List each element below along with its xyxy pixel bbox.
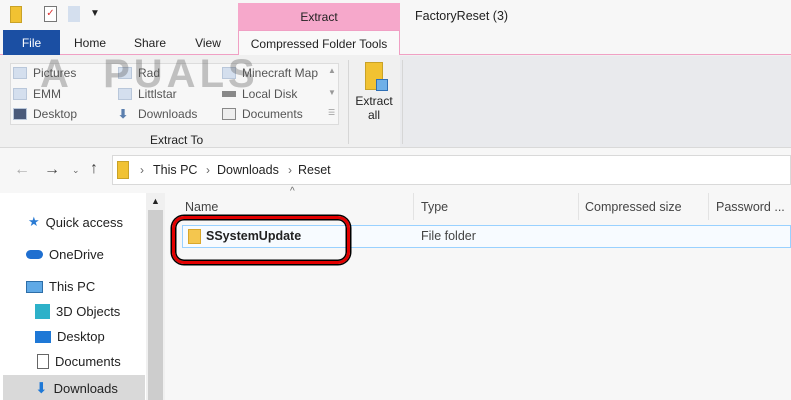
download-arrow-icon: ⬇ [35,380,48,397]
extract-to-group-label: Extract To [150,133,204,147]
nav-desktop[interactable]: Desktop [35,329,105,344]
pictures-icon [13,67,27,79]
tab-compressed-folder-tools[interactable]: Compressed Folder Tools [238,30,400,56]
properties-icon[interactable]: ✓ [44,6,57,22]
scroll-up-icon[interactable]: ▲ [146,193,165,209]
zip-folder-icon [117,161,129,179]
documents-icon [222,108,236,120]
back-button[interactable]: ← [14,161,30,179]
scrollbar-thumb[interactable] [148,210,163,400]
cube-icon [35,304,50,319]
breadcrumb-separator: › [206,163,210,177]
desktop-icon [35,330,51,343]
forward-button[interactable]: → [44,161,60,179]
file-type: File folder [421,229,476,243]
sort-ascending-icon: ^ [290,186,295,197]
breadcrumb-separator: › [140,163,144,177]
ribbon-separator [348,60,349,144]
column-header-name[interactable]: Name [185,200,218,214]
nav-downloads[interactable]: ⬇ Downloads [35,379,118,397]
appuals-watermark: A PUALS [40,52,259,96]
nav-3d-objects[interactable]: 3D Objects [35,304,120,319]
gallery-scroll-down[interactable]: ▼ [328,88,336,97]
extract-to-downloads[interactable]: ⬇ Downloads [118,107,197,121]
extract-to-desktop[interactable]: Desktop [13,107,77,121]
recent-locations-chevron-icon[interactable]: ⌄ [72,165,80,176]
gallery-scroll-up[interactable]: ▲ [328,66,336,75]
breadcrumb-reset[interactable]: Reset [298,163,331,177]
gallery-expand[interactable]: ☰ [328,108,335,117]
column-header-compressed-size[interactable]: Compressed size [585,200,682,214]
extract-to-documents[interactable]: Documents [222,107,303,121]
cloud-icon [26,250,43,259]
address-bar[interactable]: › This PC › Downloads › Reset [112,155,791,185]
column-divider[interactable] [578,193,579,220]
desktop-icon [13,108,27,120]
documents-icon [37,354,49,369]
extract-all-button[interactable]: Extract all [353,62,395,128]
star-icon: ★ [28,214,40,229]
breadcrumb-downloads[interactable]: Downloads [217,163,279,177]
nav-this-pc[interactable]: This PC [26,279,95,294]
zip-folder-icon[interactable] [10,6,22,23]
column-header-password[interactable]: Password ... [716,200,785,214]
highlight-annotation [172,216,350,264]
window-title: FactoryReset (3) [415,9,509,23]
breadcrumb-this-pc[interactable]: This PC [153,163,197,177]
nav-onedrive[interactable]: OneDrive [26,247,104,262]
computer-icon [26,280,43,293]
new-folder-icon[interactable] [68,6,80,22]
up-button[interactable]: ↑ [90,160,98,178]
customize-toolbar-icon[interactable]: ▼ [90,8,100,19]
ribbon-separator [402,60,403,144]
folder-icon [13,88,27,100]
breadcrumb-separator: › [288,163,292,177]
column-divider[interactable] [413,193,414,220]
download-arrow-icon: ⬇ [118,107,129,121]
nav-quick-access[interactable]: ★ Quick access [28,214,123,230]
nav-documents[interactable]: Documents [37,354,121,369]
ribbon-empty-area [400,56,791,147]
column-divider[interactable] [708,193,709,220]
extract-context-tab-group: Extract [238,3,400,30]
column-header-type[interactable]: Type [421,200,448,214]
nav-scrollbar[interactable]: ▲ [146,193,165,400]
extract-all-icon [365,62,388,91]
